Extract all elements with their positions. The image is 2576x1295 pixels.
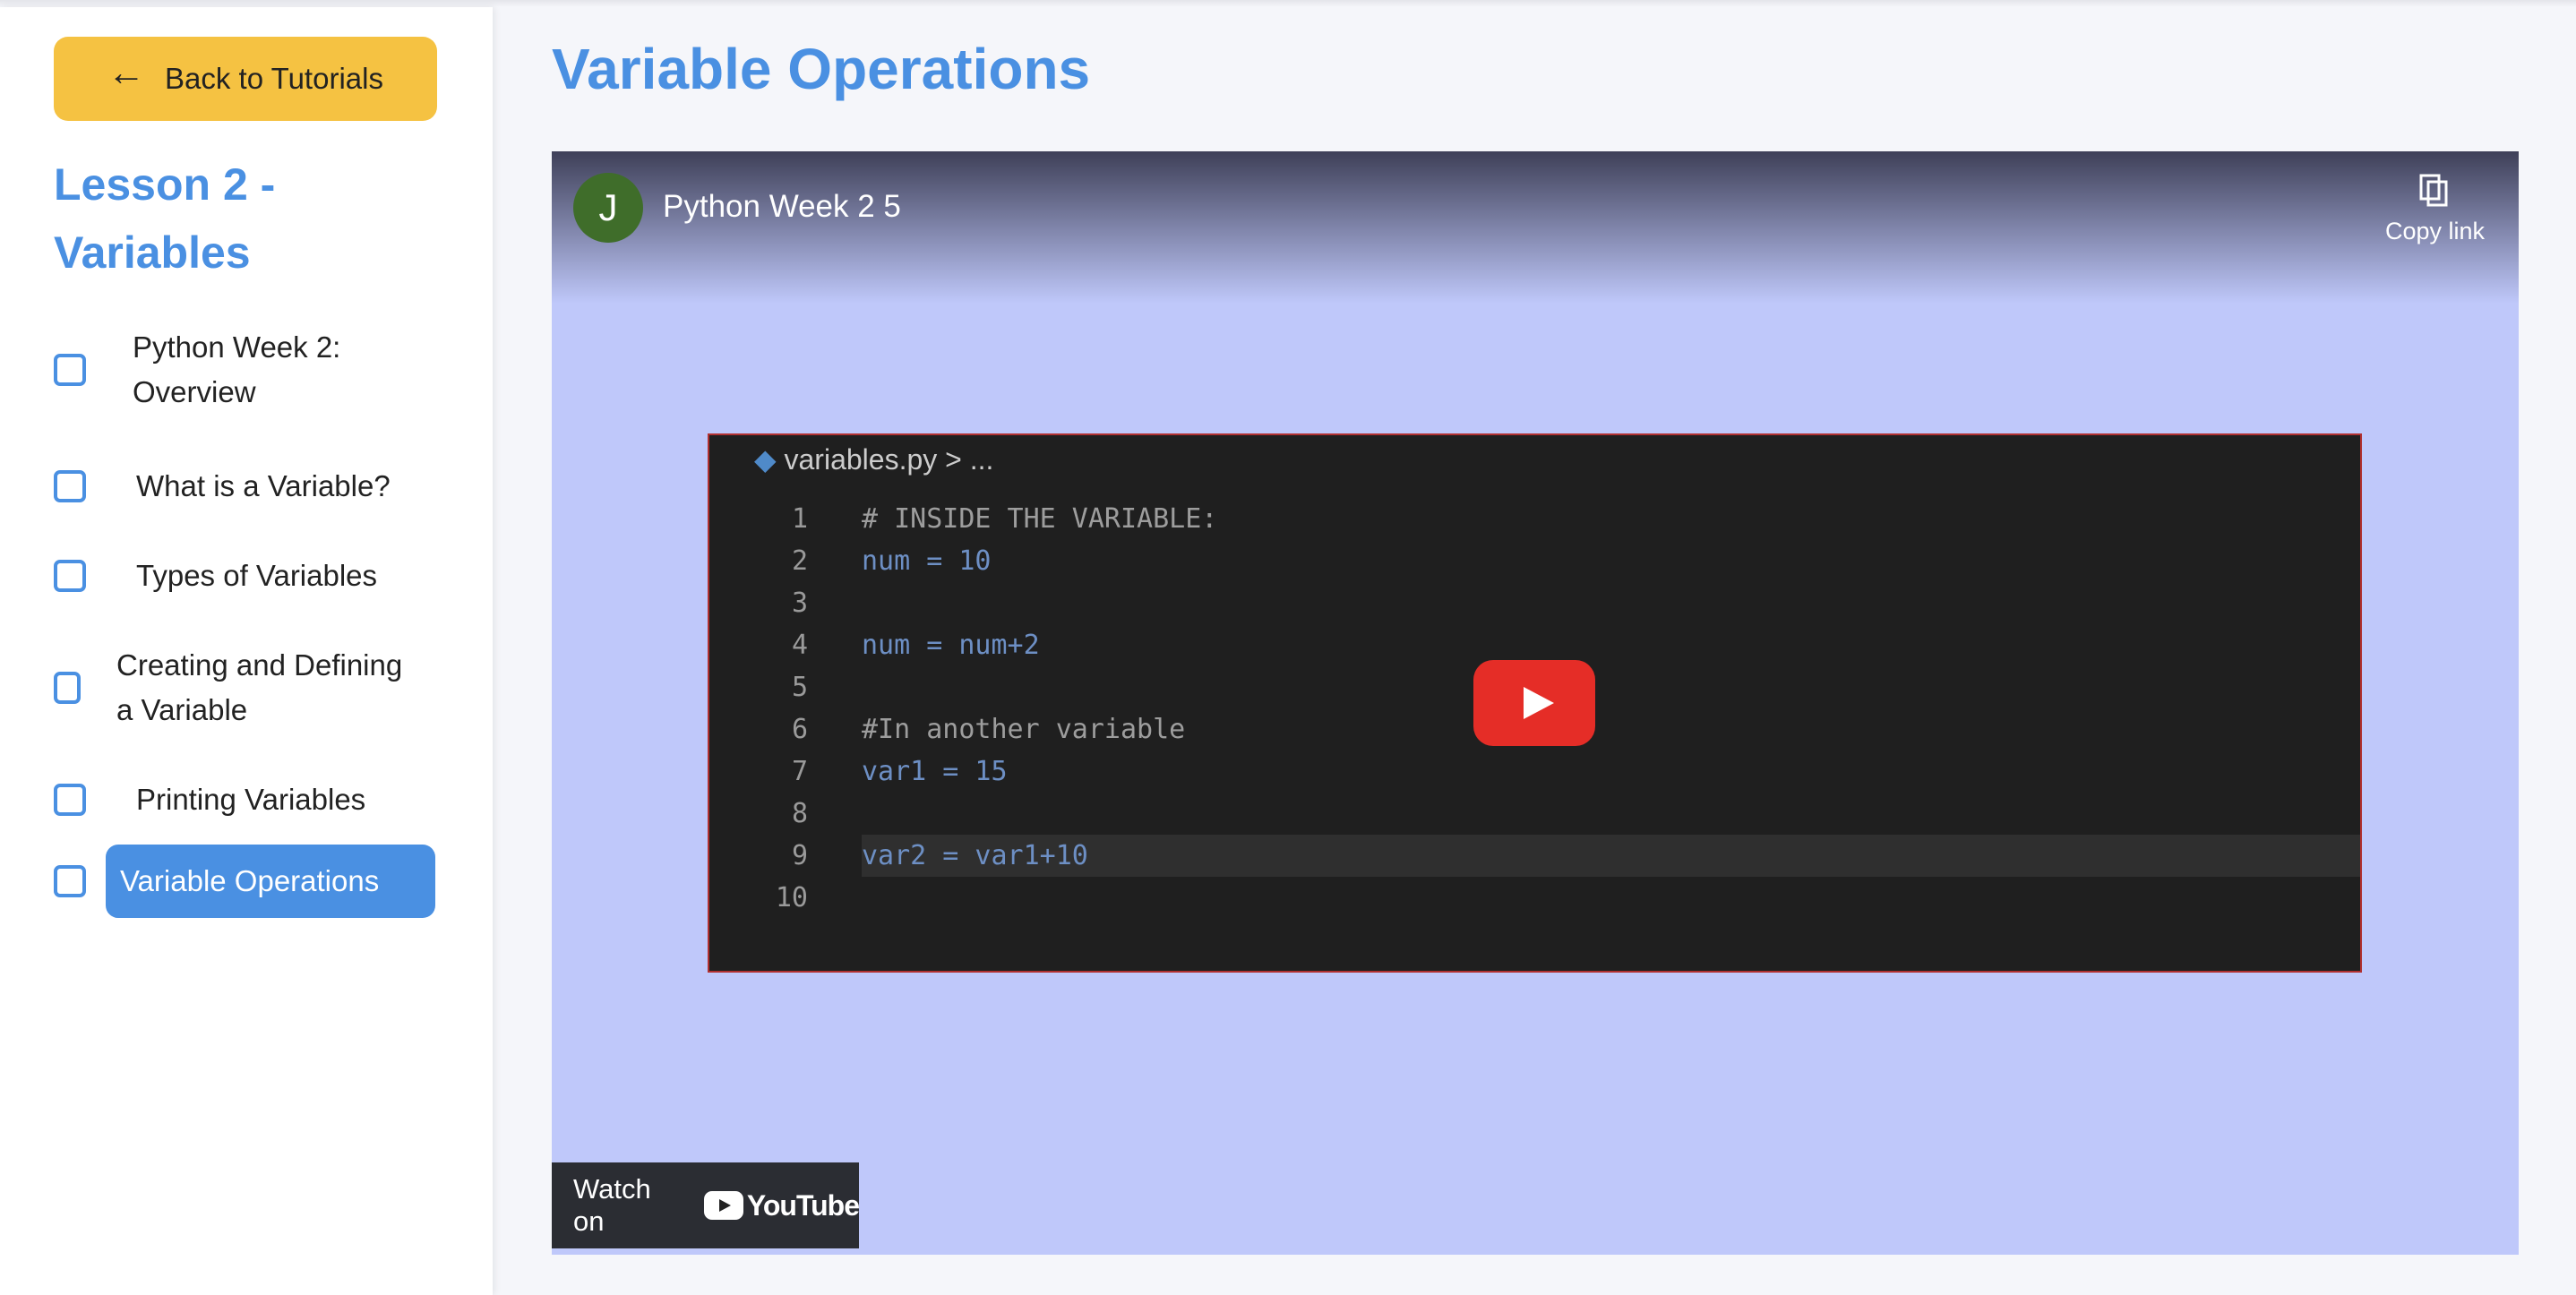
line-number: 2	[791, 545, 808, 577]
watch-on-youtube-button[interactable]: Watch on YouTube	[552, 1162, 860, 1248]
sidebar: ← Back to Tutorials Lesson 2 - Variables…	[0, 7, 493, 1295]
arrow-left-icon: ←	[107, 51, 146, 93]
breadcrumb-text: variables.py > ...	[784, 443, 994, 476]
sidebar-item-what-is-variable[interactable]: What is a Variable?	[54, 464, 391, 509]
line-number: 6	[791, 714, 808, 745]
lesson-checkbox[interactable]	[54, 784, 86, 816]
sidebar-item-types[interactable]: Types of Variables	[54, 553, 377, 598]
code-line: 8	[709, 793, 2360, 835]
youtube-video-embed[interactable]: J Python Week 2 5 Copy link ◆ variables.…	[552, 151, 2519, 1255]
line-number: 5	[791, 672, 808, 703]
sidebar-item-variable-operations[interactable]: Variable Operations	[54, 845, 435, 918]
page-title: Variable Operations	[552, 37, 1091, 101]
copy-icon	[2419, 174, 2448, 207]
code-text: # INSIDE THE VARIABLE:	[862, 503, 1218, 535]
line-number: 4	[791, 630, 808, 661]
code-line: 10	[709, 877, 2360, 919]
line-number: 8	[791, 798, 808, 829]
lesson-checkbox[interactable]	[54, 865, 86, 897]
watch-on-label: Watch on	[573, 1173, 651, 1237]
lesson-checkbox[interactable]	[54, 354, 86, 386]
back-label: Back to Tutorials	[165, 62, 383, 95]
line-number: 3	[791, 587, 808, 619]
sidebar-item-creating[interactable]: Creating and Defining a Variable	[54, 643, 430, 733]
lesson-checkbox[interactable]	[54, 560, 86, 592]
play-button[interactable]	[1473, 660, 1595, 746]
sidebar-item-label: What is a Variable?	[136, 469, 391, 502]
copy-link-button[interactable]: Copy link	[2385, 173, 2485, 245]
sidebar-item-printing[interactable]: Printing Variables	[54, 777, 365, 822]
lesson-checkbox[interactable]	[54, 672, 81, 704]
code-text: num = num+2	[862, 630, 1040, 661]
line-number: 1	[791, 503, 808, 535]
channel-avatar[interactable]: J	[573, 173, 643, 243]
sidebar-item-label: Variable Operations	[106, 845, 435, 918]
code-text: var1 = 15	[862, 756, 1008, 787]
code-line: 9 var2 = var1+10	[709, 835, 2360, 877]
line-number: 7	[791, 756, 808, 787]
code-line: 7 var1 = 15	[709, 750, 2360, 793]
code-text: num = 10	[862, 545, 992, 577]
code-line: 1 # INSIDE THE VARIABLE:	[709, 498, 2360, 540]
file-breadcrumb: ◆ variables.py > ...	[754, 442, 993, 476]
video-header-gradient	[552, 151, 2519, 304]
sidebar-item-label: Types of Variables	[136, 559, 378, 592]
youtube-wordmark: YouTube	[746, 1188, 860, 1222]
code-line: 3	[709, 582, 2360, 624]
copy-link-label: Copy link	[2384, 218, 2485, 244]
sidebar-item-label: Creating and Defining a Variable	[116, 648, 403, 726]
youtube-play-icon	[703, 1191, 743, 1220]
code-text: #In another variable	[862, 714, 1186, 745]
code-text: var2 = var1+10	[862, 840, 1088, 871]
sidebar-item-label: Printing Variables	[136, 783, 366, 816]
lesson-title: Lesson 2 - Variables	[54, 159, 276, 278]
sidebar-item-overview[interactable]: Python Week 2: Overview	[54, 325, 430, 415]
python-icon: ◆	[754, 443, 785, 476]
code-line: 2 num = 10	[709, 540, 2360, 582]
line-number: 10	[775, 882, 808, 913]
youtube-logo: YouTube	[703, 1188, 860, 1222]
lesson-checkbox[interactable]	[54, 470, 86, 502]
top-shadow	[0, 0, 2576, 7]
video-title[interactable]: Python Week 2 5	[663, 189, 901, 225]
line-number: 9	[791, 840, 808, 871]
back-to-tutorials-button[interactable]: ← Back to Tutorials	[54, 37, 437, 121]
sidebar-item-label: Python Week 2: Overview	[133, 330, 341, 408]
